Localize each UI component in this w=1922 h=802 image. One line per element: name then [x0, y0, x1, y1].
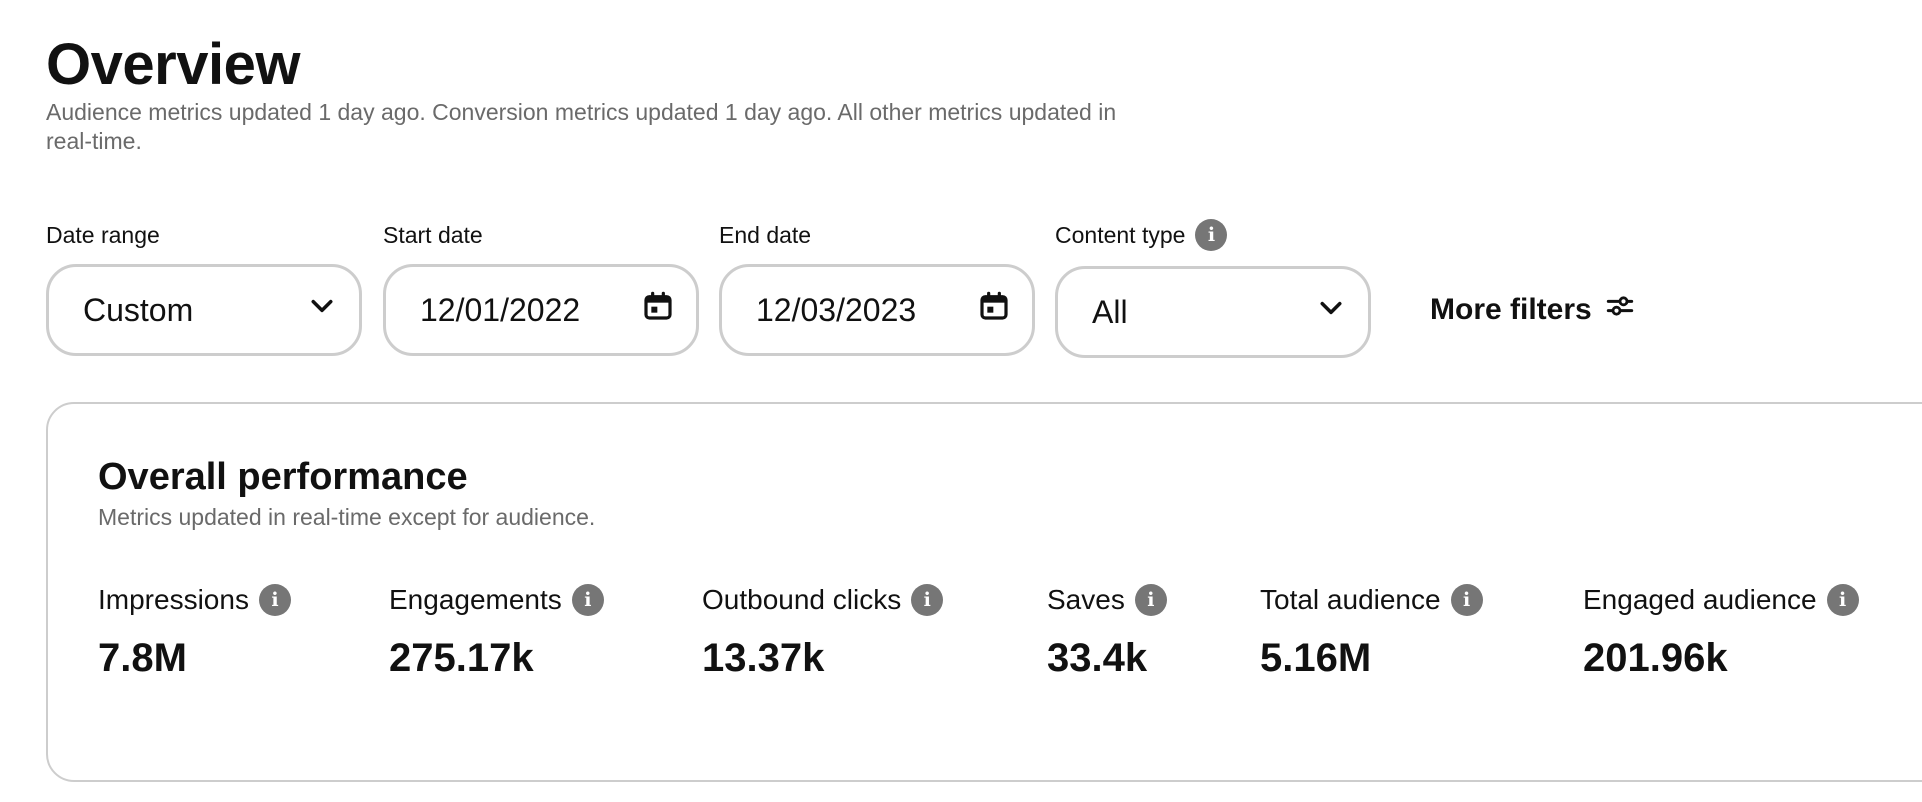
info-icon[interactable]: i	[571, 584, 604, 616]
card-subtitle: Metrics updated in real-time except for …	[98, 504, 596, 530]
start-date-label: Start date	[383, 222, 483, 248]
overall-performance-card: Overall performance Metrics updated in r…	[46, 402, 1922, 782]
page-title: Overview	[46, 32, 300, 97]
metric-label: Saves	[1047, 584, 1125, 615]
more-filters-label: More filters	[1430, 293, 1592, 326]
info-icon[interactable]: i	[1826, 584, 1859, 616]
metric-value: 5.16M	[1260, 636, 1372, 680]
calendar-icon[interactable]	[642, 290, 674, 330]
content-type-label-row: Content type i	[1055, 219, 1228, 251]
metric-engaged-audience: Engaged audience i 201.96k	[1583, 582, 1859, 682]
metric-impressions: Impressions i 7.8M	[98, 582, 291, 682]
more-filters-button[interactable]: More filters	[1430, 288, 1634, 332]
metric-label: Engaged audience	[1583, 584, 1817, 615]
chevron-down-icon	[307, 291, 337, 329]
start-date-input[interactable]: 12/01/2022	[383, 264, 699, 356]
metric-value: 7.8M	[98, 636, 187, 680]
info-icon[interactable]: i	[911, 584, 944, 616]
end-date-value: 12/03/2023	[756, 291, 917, 328]
end-date-input[interactable]: 12/03/2023	[719, 264, 1035, 356]
content-type-label: Content type	[1055, 222, 1186, 248]
metric-engagements: Engagements i 275.17k	[389, 582, 604, 682]
start-date-value: 12/01/2022	[420, 291, 581, 328]
calendar-icon[interactable]	[978, 290, 1010, 330]
page-subtitle: Audience metrics updated 1 day ago. Conv…	[46, 99, 1117, 154]
info-icon[interactable]: i	[1195, 219, 1228, 251]
info-icon[interactable]: i	[1134, 584, 1167, 616]
end-date-filter: End date 12/03/2023	[719, 220, 1035, 356]
metric-label: Engagements	[389, 584, 562, 615]
date-range-label: Date range	[46, 222, 160, 248]
content-type-filter: Content type i All	[1055, 219, 1371, 358]
metric-value: 13.37k	[702, 636, 825, 680]
metric-outbound-clicks: Outbound clicks i 13.37k	[702, 582, 944, 682]
metric-value: 201.96k	[1583, 636, 1728, 680]
start-date-filter: Start date 12/01/2022	[383, 220, 699, 356]
end-date-label: End date	[719, 222, 812, 248]
metric-label: Outbound clicks	[702, 584, 902, 615]
date-range-select[interactable]: Custom	[46, 264, 362, 356]
metric-value: 33.4k	[1047, 636, 1148, 680]
chevron-down-icon	[1316, 293, 1346, 331]
content-type-select[interactable]: All	[1055, 266, 1371, 358]
analytics-overview-page: Overview Audience metrics updated 1 day …	[0, 0, 1922, 802]
date-range-value: Custom	[83, 291, 194, 328]
metric-value: 275.17k	[389, 636, 534, 680]
metric-total-audience: Total audience i 5.16M	[1260, 582, 1483, 682]
metric-saves: Saves i 33.4k	[1047, 582, 1167, 682]
metric-label: Total audience	[1260, 584, 1441, 615]
info-icon[interactable]: i	[1450, 584, 1483, 616]
metric-label: Impressions	[98, 584, 249, 615]
info-icon[interactable]: i	[258, 584, 291, 616]
card-title: Overall performance	[98, 456, 468, 498]
date-range-filter: Date range Custom	[46, 220, 362, 356]
sliders-icon	[1592, 292, 1634, 328]
content-type-value: All	[1092, 293, 1128, 330]
